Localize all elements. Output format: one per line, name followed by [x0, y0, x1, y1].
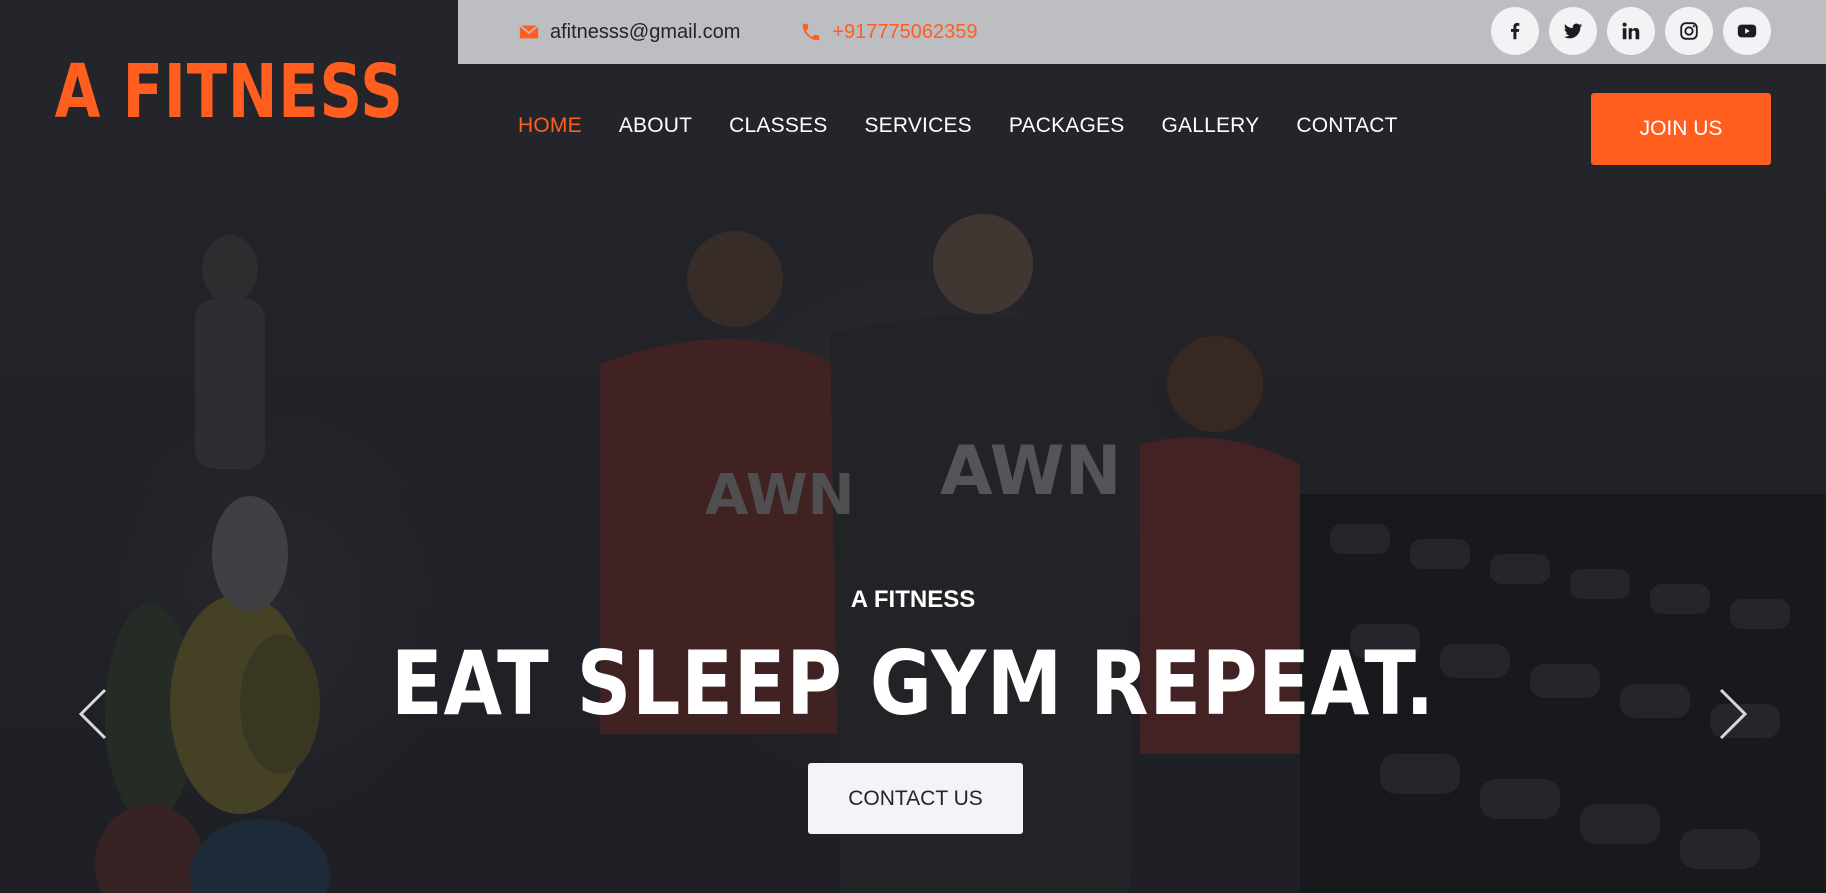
twitter-icon [1563, 23, 1583, 39]
nav-menu: HOME ABOUT CLASSES SERVICES PACKAGES GAL… [518, 114, 1398, 138]
phone-icon [800, 21, 822, 43]
facebook-icon [1510, 23, 1520, 40]
instagram-link[interactable] [1665, 7, 1713, 55]
youtube-icon [1737, 24, 1757, 38]
phone-contact[interactable]: +917775062359 [800, 20, 978, 44]
social-links [1491, 7, 1771, 55]
nav-item-contact[interactable]: CONTACT [1296, 114, 1397, 138]
slider-next-button[interactable] [1712, 684, 1756, 744]
nav-item-home[interactable]: HOME [518, 114, 582, 138]
chevron-right-icon [1719, 688, 1748, 740]
site-logo[interactable]: A FITNESS [54, 49, 403, 135]
chevron-left-icon [78, 688, 107, 740]
nav-item-classes[interactable]: CLASSES [729, 114, 827, 138]
hero-slider: AWN AWN A FITNESS EAT SLEEP GYM REPEAT. … [0, 194, 1826, 893]
linkedin-link[interactable] [1607, 7, 1655, 55]
nav-item-services[interactable]: SERVICES [864, 114, 971, 138]
top-contact-bar: afitnesss@gmail.com +917775062359 [458, 0, 1826, 64]
main-navbar: HOME ABOUT CLASSES SERVICES PACKAGES GAL… [458, 64, 1826, 194]
phone-text: +917775062359 [832, 20, 978, 43]
contact-us-button[interactable]: CONTACT US [808, 763, 1023, 834]
email-text: afitnesss@gmail.com [550, 20, 741, 43]
nav-item-gallery[interactable]: GALLERY [1161, 114, 1259, 138]
hero-title-text: EAT SLEEP GYM REPEAT. [390, 632, 1435, 735]
nav-item-about[interactable]: ABOUT [619, 114, 692, 138]
join-us-button[interactable]: JOIN US [1591, 93, 1771, 165]
instagram-icon [1680, 22, 1698, 40]
logo-block: A FITNESS [0, 0, 458, 194]
slider-prev-button[interactable] [70, 684, 114, 744]
email-contact[interactable]: afitnesss@gmail.com [518, 21, 740, 44]
nav-item-packages[interactable]: PACKAGES [1009, 114, 1125, 138]
linkedin-icon [1622, 22, 1640, 40]
hero-title: EAT SLEEP GYM REPEAT. [0, 632, 1826, 735]
twitter-link[interactable] [1549, 7, 1597, 55]
hero-subtitle: A FITNESS [850, 586, 976, 613]
facebook-link[interactable] [1491, 7, 1539, 55]
youtube-link[interactable] [1723, 7, 1771, 55]
envelope-icon [518, 21, 540, 43]
